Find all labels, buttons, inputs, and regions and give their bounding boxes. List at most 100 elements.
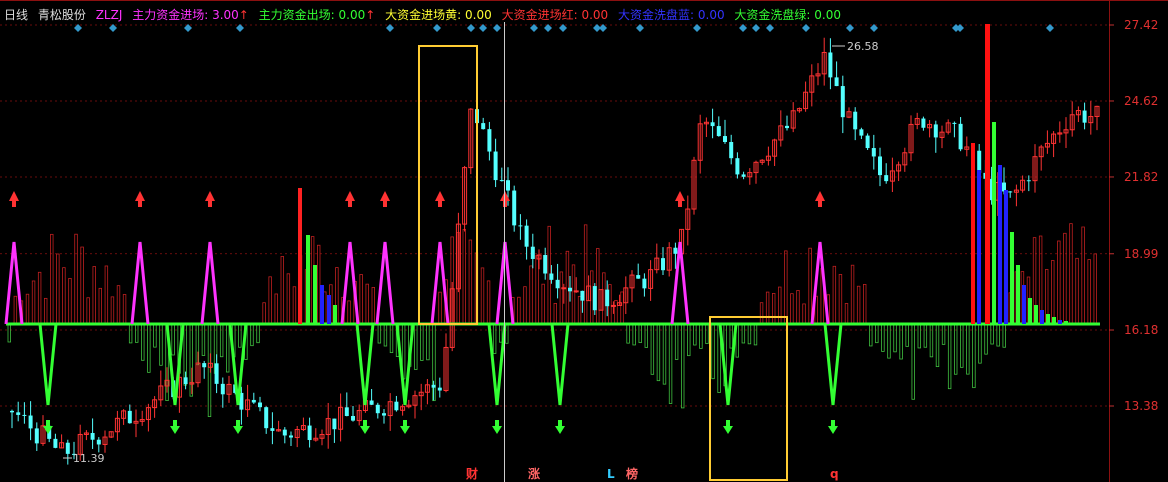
- volume-bar: [292, 286, 297, 325]
- event-diamond-icon: [433, 24, 441, 32]
- candle-body: [723, 136, 727, 142]
- candle-body: [1008, 191, 1013, 193]
- volume-bar: [808, 247, 812, 325]
- event-diamond-icon: [766, 24, 774, 32]
- candle-body: [610, 304, 616, 307]
- volume-bar: [365, 283, 369, 325]
- volume-bar: [274, 293, 278, 325]
- volume-bar: [147, 323, 151, 373]
- volume-bar: [316, 244, 321, 325]
- volume-bar: [1051, 260, 1055, 325]
- green-down-arrow-icon: [360, 420, 370, 434]
- event-diamond-icon: [802, 24, 810, 32]
- volume-bar: [929, 323, 934, 358]
- candle-body: [437, 387, 442, 391]
- volume-bar: [171, 323, 175, 356]
- event-mark: 涨: [528, 466, 540, 481]
- blue-signal-bar: [977, 170, 981, 324]
- high-price-label: 26.58: [847, 40, 879, 53]
- candle-body: [884, 175, 889, 182]
- candle-body: [865, 135, 870, 149]
- green-down-arrow-icon: [400, 420, 410, 434]
- event-mark: q: [830, 467, 839, 481]
- stock-chart: 27.42 24.62 21.82 18.99 16.18 13.38 26.58 11.39…: [0, 0, 1168, 482]
- volume-bar: [681, 323, 685, 409]
- candle-body: [344, 407, 349, 417]
- big-fund-red: 大资金进场红: 0.00: [501, 8, 609, 22]
- chart-canvas[interactable]: 27.42 24.62 21.82 18.99 16.18 13.38 26.58 11.39…: [0, 0, 1168, 482]
- volume-bar: [7, 323, 11, 343]
- volume-bar: [50, 233, 54, 325]
- volume-bar: [347, 300, 351, 325]
- candle-body: [840, 86, 845, 118]
- candle-body: [561, 287, 567, 290]
- candle-body: [952, 122, 957, 124]
- candle-body: [977, 150, 982, 173]
- volume-bar: [935, 323, 940, 368]
- candle-body: [34, 428, 39, 444]
- candle-body: [853, 111, 858, 130]
- period-label[interactable]: 日线: [4, 8, 28, 22]
- indicator-name[interactable]: ZLZJ: [96, 8, 123, 22]
- price-tick-label: 27.42: [1124, 18, 1158, 32]
- volume-bar: [116, 285, 121, 325]
- event-mark: 榜: [626, 466, 638, 481]
- event-diamond-icon: [236, 24, 244, 32]
- candle-body: [530, 246, 535, 259]
- volume-bar: [1081, 226, 1085, 325]
- candle-body: [828, 52, 833, 78]
- candle-body: [202, 363, 207, 368]
- volume-bar: [492, 323, 497, 354]
- volume-bar: [893, 323, 897, 353]
- volume-bar: [256, 323, 260, 344]
- entry-spike: [430, 241, 450, 325]
- volume-bar: [1002, 323, 1006, 348]
- volume-bar: [632, 323, 636, 346]
- volume-bar: [92, 266, 96, 325]
- signal-bar: [1022, 285, 1026, 324]
- volume-bar: [377, 323, 382, 344]
- volume-bar: [517, 296, 521, 325]
- candle-body: [673, 247, 678, 254]
- volume-bar: [262, 302, 266, 325]
- red-up-arrow-icon: [205, 191, 215, 207]
- green-down-arrow-icon: [723, 420, 733, 434]
- volume-bar: [1063, 232, 1067, 325]
- volume-bar: [498, 323, 503, 343]
- candle-body: [220, 383, 225, 395]
- volume-bar: [286, 273, 291, 325]
- volume-bar: [784, 250, 788, 325]
- volume-bar: [25, 293, 30, 325]
- signal-bar: [1034, 305, 1038, 324]
- green-signal-bar: [306, 235, 310, 324]
- main-fund-out: 主力资金出场: 0.00↑: [258, 8, 376, 22]
- candle-body: [307, 425, 312, 441]
- candle-body: [282, 429, 287, 436]
- green-signal-bar: [313, 265, 317, 324]
- event-diamond-icon: [1046, 24, 1054, 32]
- candle-body: [481, 123, 486, 130]
- volume-bar: [420, 323, 424, 361]
- volume-bar: [122, 294, 127, 325]
- candle-body: [878, 156, 882, 176]
- volume-bar: [62, 267, 66, 325]
- green-signal-bar: [333, 305, 337, 324]
- event-diamond-icon: [636, 24, 644, 32]
- volume-bar: [426, 323, 430, 361]
- volume-bar: [529, 265, 533, 325]
- candle-body: [958, 123, 963, 150]
- candle-body: [871, 148, 876, 157]
- event-diamond-icon: [467, 24, 475, 32]
- volume-bar: [414, 323, 418, 370]
- event-diamond-icon: [493, 24, 501, 32]
- volume-bar: [438, 291, 442, 325]
- exit-spike: [718, 323, 738, 406]
- candle-body: [127, 410, 132, 424]
- signal-bar: [1052, 317, 1056, 324]
- volume-bar: [923, 323, 928, 348]
- green-down-arrow-icon: [828, 420, 838, 434]
- volume-bar: [614, 300, 618, 325]
- volume-bar: [359, 274, 363, 325]
- red-signal-bar: [298, 188, 302, 324]
- volume-bar: [741, 323, 746, 344]
